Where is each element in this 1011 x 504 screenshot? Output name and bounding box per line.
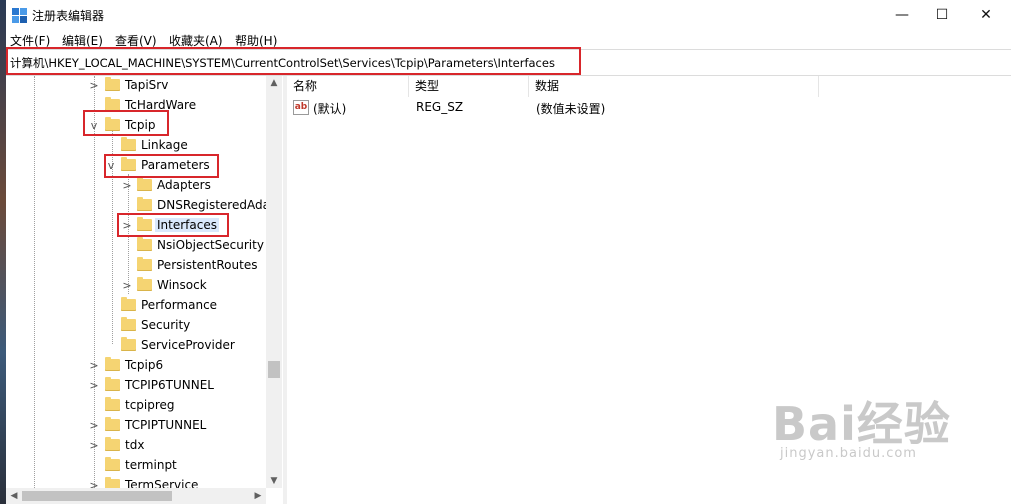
string-value-icon: ab	[293, 100, 309, 115]
tree-item-label: Winsock	[157, 278, 207, 292]
watermark-brand: Bai经验	[772, 397, 951, 451]
chevron-right-icon[interactable]: >	[88, 359, 100, 373]
value-name[interactable]: (默认)	[313, 100, 346, 120]
chevron-right-icon[interactable]: >	[121, 279, 133, 293]
column-header-name[interactable]: 名称	[287, 76, 409, 97]
tree-item-label: Performance	[141, 298, 218, 312]
tree-item-serviceprovider[interactable]: ServiceProvider	[6, 336, 266, 356]
scroll-thumb[interactable]	[268, 361, 280, 378]
tree-item-label: Adapters	[157, 178, 211, 192]
scroll-down-icon[interactable]: ▼	[266, 474, 282, 488]
tree-item-terminpt[interactable]: terminpt	[6, 456, 266, 476]
scroll-right-icon[interactable]: ▶	[251, 489, 265, 503]
tree-item-label: Tcpip6	[125, 358, 164, 372]
regedit-icon	[12, 8, 27, 23]
folder-icon	[121, 297, 136, 311]
folder-icon	[137, 197, 152, 211]
highlight-tcpip	[83, 110, 169, 136]
tree-item-performance[interactable]: Performance	[6, 296, 266, 316]
tree-item-label: tdx	[125, 438, 145, 452]
chevron-right-icon[interactable]: >	[88, 79, 100, 93]
tree-item-tdx[interactable]: > tdx	[6, 436, 266, 456]
tree-item-adapters[interactable]: > Adapters	[6, 176, 266, 196]
scroll-thumb[interactable]	[22, 491, 172, 501]
tree-item-label: ServiceProvider	[141, 338, 235, 352]
tree-item-persistentroutes[interactable]: PersistentRoutes	[6, 256, 266, 276]
tree-item-label: Linkage	[141, 138, 188, 152]
column-header-type[interactable]: 类型	[409, 76, 529, 97]
folder-icon	[137, 237, 152, 251]
window-title: 注册表编辑器	[32, 9, 105, 23]
menu-bar: 文件(F) 编辑(E) 查看(V) 收藏夹(A) 帮助(H)	[6, 30, 1011, 48]
tree-item-winsock[interactable]: > Winsock	[6, 276, 266, 296]
column-header-data[interactable]: 数据	[529, 76, 819, 97]
folder-icon	[137, 277, 152, 291]
folder-icon	[121, 317, 136, 331]
tree-item-label: PersistentRoutes	[157, 258, 258, 272]
tree-item-tapisrv[interactable]: > TapiSrv	[6, 76, 266, 96]
folder-icon	[105, 357, 120, 371]
highlight-interfaces	[117, 213, 229, 237]
tree-item-tcpip6[interactable]: > Tcpip6	[6, 356, 266, 376]
tree-item-tcpiptunnel[interactable]: > TCPIPTUNNEL	[6, 416, 266, 436]
tree-item-label: TCPIP6TUNNEL	[125, 378, 214, 392]
value-data: (数值未设置)	[536, 102, 606, 116]
scroll-left-icon[interactable]: ◀	[7, 489, 21, 503]
folder-icon	[105, 377, 120, 391]
maximize-button[interactable]: ☐	[919, 0, 965, 30]
folder-icon	[105, 397, 120, 411]
folder-icon	[105, 437, 120, 451]
close-button[interactable]: ✕	[963, 0, 1009, 30]
folder-icon	[137, 177, 152, 191]
highlight-address	[6, 47, 581, 75]
folder-icon	[121, 337, 136, 351]
tree-item-security[interactable]: Security	[6, 316, 266, 336]
key-tree[interactable]: > TapiSrv TcHardWare v Tcpip Linkage v P…	[6, 76, 282, 490]
tree-item-nsiobjectsecurity[interactable]: NsiObjectSecurity	[6, 236, 266, 256]
tree-item-tcpip6tunnel[interactable]: > TCPIP6TUNNEL	[6, 376, 266, 396]
tree-item-label: DNSRegisteredAda	[157, 198, 270, 212]
tree-item-tcpipreg[interactable]: tcpipreg	[6, 396, 266, 416]
watermark-url: jingyan.baidu.com	[780, 446, 917, 461]
value-type: REG_SZ	[416, 100, 464, 114]
tree-item-label: TapiSrv	[125, 78, 169, 92]
chevron-right-icon[interactable]: >	[88, 439, 100, 453]
chevron-right-icon[interactable]: >	[88, 379, 100, 393]
folder-icon	[137, 257, 152, 271]
tree-item-label: NsiObjectSecurity	[157, 238, 264, 252]
highlight-parameters	[104, 154, 219, 178]
tree-item-linkage[interactable]: Linkage	[6, 136, 266, 156]
tree-vertical-scrollbar[interactable]: ▲ ▼	[266, 76, 282, 488]
chevron-right-icon[interactable]: >	[121, 179, 133, 193]
folder-icon	[105, 457, 120, 471]
chevron-right-icon[interactable]: >	[88, 419, 100, 433]
folder-icon	[105, 417, 120, 431]
title-bar: 注册表编辑器 — ☐ ✕	[6, 0, 1011, 30]
folder-icon	[121, 137, 136, 151]
tree-item-label: terminpt	[125, 458, 177, 472]
tree-item-label: tcpipreg	[125, 398, 175, 412]
folder-icon	[105, 77, 120, 91]
tree-item-label: Security	[141, 318, 191, 332]
tree-item-label: TCPIPTUNNEL	[125, 418, 207, 432]
tree-horizontal-scrollbar[interactable]: ◀ ▶	[6, 488, 266, 504]
scroll-up-icon[interactable]: ▲	[266, 76, 282, 90]
baidu-jingyan-watermark: Bai经验 jingyan.baidu.com	[772, 388, 951, 461]
